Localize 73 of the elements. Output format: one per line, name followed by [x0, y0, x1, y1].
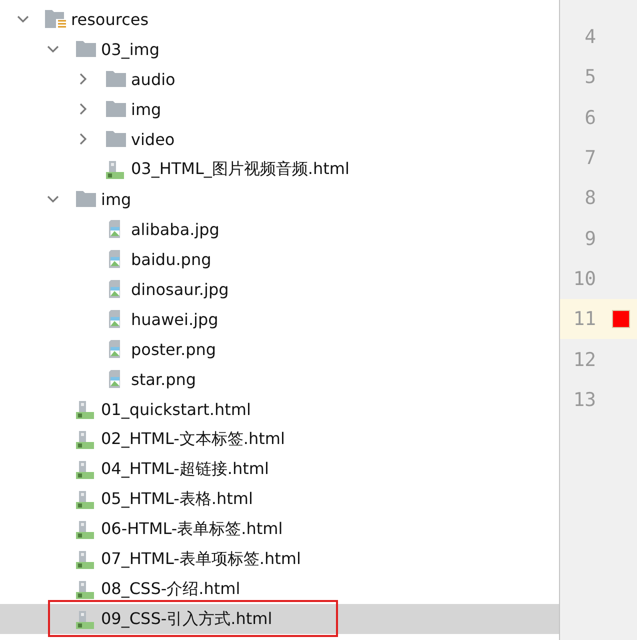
line-number: 11	[572, 308, 596, 330]
html-file-icon	[75, 609, 97, 629]
tree-row[interactable]: 06-HTML-表单标签.html	[0, 514, 560, 544]
line-number: 8	[584, 187, 596, 210]
tree-row[interactable]: resources	[0, 4, 560, 34]
tree-row[interactable]: 03_img	[0, 34, 560, 64]
folder-icon	[105, 129, 127, 149]
tree-row[interactable]: dinosaur.jpg	[0, 274, 560, 304]
folder-icon	[105, 99, 127, 119]
chevron-right-icon[interactable]	[77, 103, 89, 115]
chevron-down-icon[interactable]	[47, 193, 59, 205]
breakpoint-marker[interactable]	[612, 310, 630, 328]
folder-icon	[105, 69, 127, 89]
tree-item-label[interactable]: audio	[131, 70, 176, 88]
tree-item-label[interactable]: 03_img	[101, 40, 160, 58]
line-number: 9	[584, 228, 596, 250]
html-file-icon	[75, 519, 97, 539]
line-number: 5	[584, 66, 596, 88]
chevron-right-icon[interactable]	[77, 133, 89, 145]
html-file-icon	[75, 489, 97, 509]
tree-item-label[interactable]: 09_CSS-引入方式.html	[101, 608, 272, 630]
line-number: 4	[584, 26, 596, 48]
tree-row[interactable]: 03_HTML_图片视频音频.html	[0, 154, 560, 184]
tree-row[interactable]: 08_CSS-介绍.html	[0, 574, 560, 604]
tree-item-label[interactable]: 03_HTML_图片视频音频.html	[131, 158, 350, 180]
tree-row[interactable]: poster.png	[0, 334, 560, 364]
tree-item-label[interactable]: resources	[71, 10, 149, 28]
tree-row[interactable]: alibaba.jpg	[0, 214, 560, 244]
line-number: 12	[572, 348, 596, 371]
html-file-icon	[75, 429, 97, 449]
tree-row[interactable]: img	[0, 94, 560, 124]
line-number: 7	[584, 147, 596, 170]
tree-item-label[interactable]: baidu.png	[131, 250, 212, 268]
tree-item-label[interactable]: img	[101, 190, 132, 208]
tree-item-label[interactable]: poster.png	[131, 340, 216, 358]
folder-icon	[75, 39, 97, 59]
tree-row[interactable]: 07_HTML-表单项标签.html	[0, 544, 560, 574]
chevron-down-icon[interactable]	[47, 43, 59, 55]
tree-row[interactable]: 01_quickstart.html	[0, 394, 560, 424]
line-number: 6	[584, 106, 596, 129]
tree-row[interactable]: baidu.png	[0, 244, 560, 274]
html-file-icon	[75, 399, 97, 419]
tree-row[interactable]: img	[0, 184, 560, 214]
tree-row[interactable]: star.png	[0, 364, 560, 394]
html-file-icon	[75, 459, 97, 479]
tree-row[interactable]: audio	[0, 64, 560, 94]
tree-item-label[interactable]: video	[131, 130, 175, 148]
tree-row[interactable]: 05_HTML-表格.html	[0, 484, 560, 514]
tree-item-label[interactable]: dinosaur.jpg	[131, 280, 229, 298]
tree-item-label[interactable]: alibaba.jpg	[131, 220, 220, 238]
tree-row[interactable]: 02_HTML-文本标签.html	[0, 424, 560, 454]
tree-item-label[interactable]: 04_HTML-超链接.html	[101, 458, 269, 480]
tree-item-label[interactable]: star.png	[131, 370, 196, 388]
html-file-icon	[75, 579, 97, 599]
line-number: 10	[572, 268, 596, 290]
tree-item-label[interactable]: 02_HTML-文本标签.html	[101, 428, 285, 450]
tree-row[interactable]: video	[0, 124, 560, 154]
tree-item-label[interactable]: 05_HTML-表格.html	[101, 488, 253, 510]
chevron-down-icon[interactable]	[17, 13, 29, 25]
line-number: 13	[572, 388, 596, 411]
tree-row[interactable]: huawei.jpg	[0, 304, 560, 334]
html-file-icon	[105, 159, 127, 179]
folder-icon	[75, 189, 97, 209]
tree-item-label[interactable]: 08_CSS-介绍.html	[101, 578, 240, 600]
tree-item-label[interactable]: 06-HTML-表单标签.html	[101, 518, 283, 540]
tree-row[interactable]: 04_HTML-超链接.html	[0, 454, 560, 484]
tree-item-label[interactable]: img	[131, 100, 162, 118]
tree-item-label[interactable]: 07_HTML-表单项标签.html	[101, 548, 301, 570]
tree-item-label[interactable]: huawei.jpg	[131, 310, 218, 328]
html-file-icon	[75, 549, 97, 569]
tree-item-label[interactable]: 01_quickstart.html	[101, 400, 251, 418]
chevron-right-icon[interactable]	[77, 73, 89, 85]
module-folder-icon	[45, 9, 67, 29]
